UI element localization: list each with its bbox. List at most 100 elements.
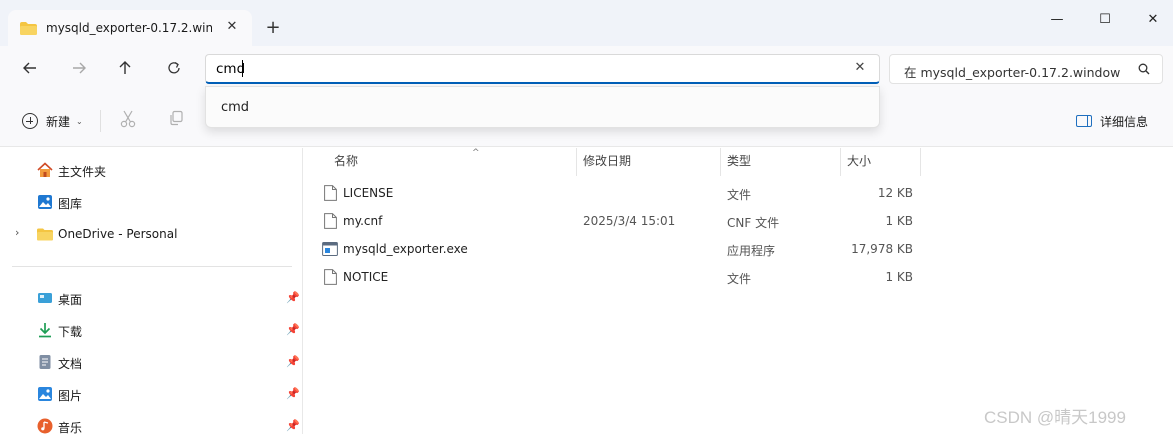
sidebar-item-onedrive[interactable]: › OneDrive - Personal <box>0 220 302 248</box>
gallery-icon <box>38 195 52 209</box>
table-row[interactable]: mysqld_exporter.exe 应用程序 17,978 KB <box>320 235 920 263</box>
address-bar[interactable]: cmd ✕ <box>205 54 880 84</box>
close-window-button[interactable]: ✕ <box>1138 8 1168 32</box>
sidebar-item-label: 图片 <box>58 389 83 403</box>
desktop-icon <box>38 293 52 303</box>
text-caret <box>242 60 243 77</box>
file-modified: 2025/3/4 15:01 <box>583 214 676 228</box>
file-size: 12 KB <box>877 186 913 200</box>
scissors-icon <box>120 110 136 128</box>
table-row[interactable]: NOTICE 文件 1 KB <box>320 263 920 291</box>
forward-button[interactable] <box>65 56 93 84</box>
sidebar-item-label: 文档 <box>58 357 83 371</box>
file-icon <box>324 213 337 229</box>
file-name[interactable]: mysqld_exporter.exe <box>343 242 468 256</box>
download-icon <box>39 323 51 338</box>
column-header-type[interactable]: 类型 <box>721 148 841 176</box>
search-placeholder: 在 mysqld_exporter-0.17.2.window <box>904 65 1121 80</box>
column-header-size[interactable]: 大小 <box>841 148 921 176</box>
tab-close-icon[interactable]: ✕ <box>224 19 240 35</box>
file-name[interactable]: LICENSE <box>343 186 393 200</box>
column-header-label: 类型 <box>727 154 752 168</box>
home-icon <box>37 162 53 177</box>
cut-button[interactable] <box>118 110 138 130</box>
tab-title: mysqld_exporter-0.17.2.window <box>46 21 212 35</box>
arrow-up-icon <box>119 61 131 74</box>
sidebar-item-music[interactable]: 音乐 📌 <box>0 412 302 434</box>
back-button[interactable] <box>16 56 44 84</box>
copy-icon <box>170 110 183 126</box>
table-row[interactable]: my.cnf 2025/3/4 15:01 CNF 文件 1 KB <box>320 207 920 235</box>
new-tab-button[interactable]: + <box>262 18 284 40</box>
clear-icon[interactable]: ✕ <box>851 59 869 77</box>
pictures-icon <box>38 387 52 401</box>
column-header-label: 修改日期 <box>583 154 632 168</box>
plus-circle-icon <box>22 113 38 129</box>
sidebar-item-pictures[interactable]: 图片 📌 <box>0 380 302 408</box>
sidebar-item-downloads[interactable]: 下载 📌 <box>0 316 302 344</box>
sidebar-divider <box>12 266 292 267</box>
new-button[interactable]: 新建 ⌄ <box>22 110 83 132</box>
refresh-button[interactable] <box>160 56 188 84</box>
details-pane-button[interactable]: 详细信息 <box>1076 111 1148 131</box>
sidebar-item-gallery[interactable]: 图库 <box>0 188 302 216</box>
sidebar-item-label: 主文件夹 <box>58 165 107 179</box>
file-size: 1 KB <box>885 214 913 228</box>
suggestion-item[interactable]: cmd <box>221 100 249 115</box>
file-size: 17,978 KB <box>851 242 913 256</box>
new-label: 新建 <box>46 114 71 129</box>
file-name[interactable]: NOTICE <box>343 270 388 284</box>
column-header-label: 名称 <box>334 154 359 168</box>
exe-icon <box>322 242 338 256</box>
file-type: CNF 文件 <box>727 216 780 230</box>
title-bar: mysqld_exporter-0.17.2.window ✕ + — ☐ ✕ <box>0 0 1173 46</box>
sidebar-item-label: 下载 <box>58 325 83 339</box>
file-icon <box>324 269 337 285</box>
arrow-right-icon <box>73 62 86 74</box>
search-input[interactable]: 在 mysqld_exporter-0.17.2.window <box>889 54 1163 84</box>
maximize-button[interactable]: ☐ <box>1090 8 1120 32</box>
address-input[interactable]: cmd <box>216 61 245 77</box>
watermark: CSDN @晴天1999 <box>984 408 1126 427</box>
chevron-down-icon: ⌄ <box>76 116 83 126</box>
file-type: 文件 <box>727 272 752 286</box>
search-icon[interactable] <box>1138 63 1150 75</box>
file-size: 1 KB <box>885 270 913 284</box>
music-icon <box>37 418 53 434</box>
folder-icon <box>20 21 37 35</box>
minimize-button[interactable]: — <box>1042 8 1072 32</box>
sort-ascending-icon: ^ <box>472 148 480 158</box>
up-button[interactable] <box>111 56 139 84</box>
folder-icon <box>37 228 53 241</box>
file-icon <box>324 185 337 201</box>
sidebar-item-label: OneDrive - Personal <box>58 227 178 241</box>
details-pane-icon <box>1076 115 1092 127</box>
file-type: 应用程序 <box>727 244 776 258</box>
sidebar-item-label: 音乐 <box>58 421 83 434</box>
sidebar-item-home[interactable]: 主文件夹 <box>0 156 302 184</box>
sidebar-item-documents[interactable]: 文档 📌 <box>0 348 302 376</box>
sidebar-item-label: 桌面 <box>58 293 83 307</box>
refresh-icon <box>168 61 180 74</box>
table-row[interactable]: LICENSE 文件 12 KB <box>320 179 920 207</box>
document-icon <box>39 355 51 369</box>
details-label: 详细信息 <box>1100 114 1149 129</box>
sidebar-item-label: 图库 <box>58 197 83 211</box>
pin-icon[interactable]: 📌 <box>286 419 300 432</box>
navigation-pane: 主文件夹 图库 › OneDrive - Personal 桌面 📌 下载 📌 … <box>0 148 303 434</box>
pin-icon[interactable]: 📌 <box>286 323 300 336</box>
chevron-right-icon[interactable]: › <box>15 226 19 239</box>
column-header-name[interactable]: ^ 名称 <box>328 148 577 176</box>
file-name[interactable]: my.cnf <box>343 214 382 228</box>
arrow-left-icon <box>23 62 36 74</box>
toolbar-divider <box>100 110 101 132</box>
tab-active[interactable]: mysqld_exporter-0.17.2.window ✕ <box>8 10 252 46</box>
column-header-modified[interactable]: 修改日期 <box>577 148 721 176</box>
copy-button[interactable] <box>166 110 186 130</box>
file-type: 文件 <box>727 188 752 202</box>
pin-icon[interactable]: 📌 <box>286 291 300 304</box>
pin-icon[interactable]: 📌 <box>286 387 300 400</box>
pin-icon[interactable]: 📌 <box>286 355 300 368</box>
sidebar-item-desktop[interactable]: 桌面 📌 <box>0 284 302 312</box>
file-list: ^ 名称 修改日期 类型 大小 LICENSE 文件 12 KB my.cnf … <box>304 148 1173 434</box>
